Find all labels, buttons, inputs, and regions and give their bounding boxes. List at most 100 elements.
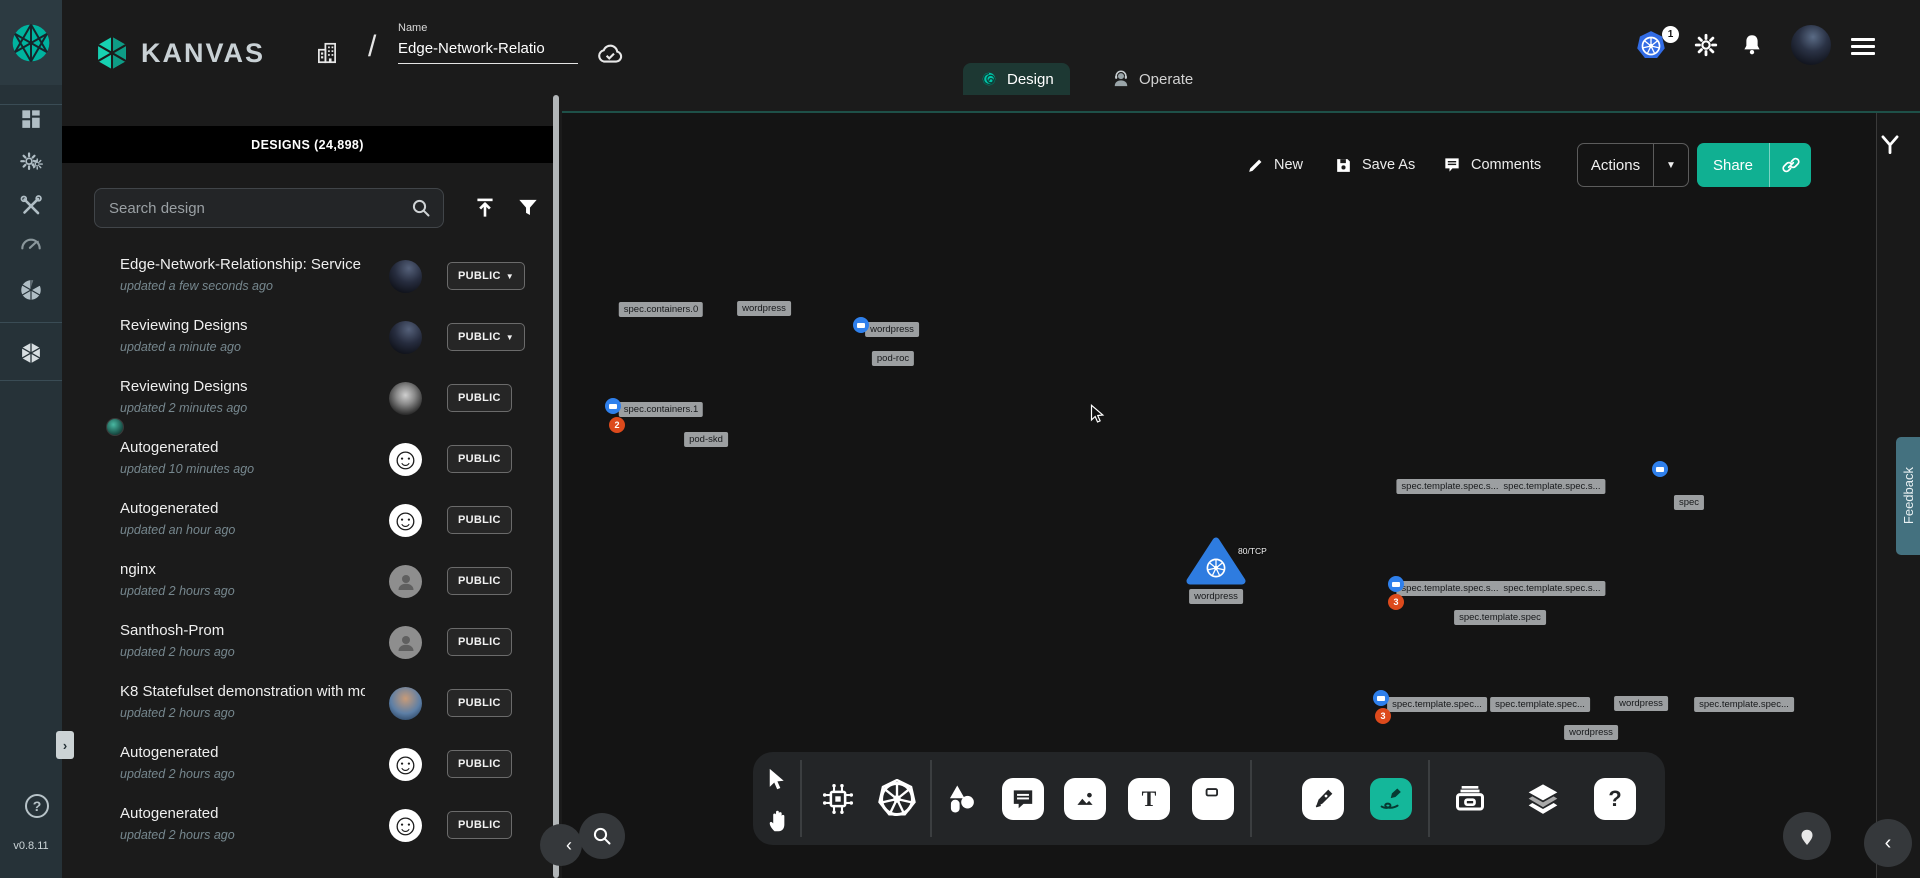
design-list-item[interactable]: Santhosh-Prom updated 2 hours ago PUBLIC	[62, 614, 549, 671]
sidebar-item-extensions[interactable]	[17, 276, 45, 304]
freehand-pencil-icon	[1377, 785, 1405, 813]
sidebar-item-dashboard[interactable]	[17, 105, 45, 133]
new-design-button[interactable]: New	[1246, 143, 1303, 187]
design-list-item[interactable]: Reviewing Designs updated a minute ago P…	[62, 309, 549, 366]
settings-button[interactable]	[1693, 32, 1719, 58]
node-label: wordpress	[737, 301, 791, 316]
feedback-tab[interactable]: Feedback	[1896, 437, 1920, 555]
menu-button[interactable]	[1851, 34, 1875, 59]
design-list-item[interactable]: Autogenerated updated 2 hours ago ☺ PUBL…	[62, 797, 549, 854]
design-title: Santhosh-Prom	[120, 622, 365, 639]
sidebar-item-performance[interactable]	[17, 230, 45, 258]
sidebar-item-kanvas[interactable]	[17, 339, 45, 367]
user-avatar[interactable]	[1791, 25, 1831, 65]
design-list-item[interactable]: Edge-Network-Relationship: Service updat…	[62, 248, 549, 305]
pan-tool-button[interactable]	[765, 807, 792, 834]
pod-badge-icon[interactable]	[1652, 461, 1668, 477]
operate-tab-icon	[1111, 69, 1131, 89]
design-list-item[interactable]: Autogenerated updated 2 hours ago ☺ PUBL…	[62, 736, 549, 793]
layers-button[interactable]	[1523, 779, 1563, 819]
panel-scrollbar[interactable]	[553, 95, 559, 878]
new-label: New	[1274, 157, 1303, 173]
divider	[930, 760, 932, 837]
error-badge[interactable]: 3	[1375, 708, 1391, 724]
sidebar-item-configuration[interactable]	[17, 192, 45, 220]
kanvas-logo[interactable]	[93, 34, 131, 72]
search-input[interactable]	[95, 200, 409, 217]
kubernetes-wheel-icon	[877, 779, 917, 819]
text-tool-button[interactable]: T	[1128, 778, 1170, 820]
visibility-badge[interactable]: PUBLIC	[447, 628, 512, 656]
node-service-wordpress[interactable]	[1186, 536, 1246, 586]
visibility-badge[interactable]: PUBLIC	[447, 567, 512, 595]
canvas-toolbar: T ?	[753, 752, 1665, 845]
node-label: spec.template.spec...	[1694, 697, 1794, 712]
dock-collapse-button[interactable]: ‹	[1864, 819, 1912, 867]
tab-operate[interactable]: Operate	[1095, 63, 1209, 95]
notifications-button[interactable]	[1739, 32, 1765, 58]
design-name-input[interactable]	[398, 38, 578, 64]
import-design-button[interactable]	[472, 195, 498, 221]
drawer-button[interactable]	[1450, 778, 1490, 818]
comment-icon	[1010, 786, 1036, 812]
toolbar-help-button[interactable]: ?	[1594, 778, 1636, 820]
design-list-item[interactable]: K8 Statefulset demonstration with mo upd…	[62, 675, 549, 732]
components-tool-button[interactable]	[819, 780, 857, 818]
visibility-badge[interactable]: PUBLIC	[447, 506, 512, 534]
select-tool-button[interactable]	[763, 766, 790, 793]
visibility-badge[interactable]: PUBLIC	[447, 811, 512, 839]
pod-badge-icon[interactable]	[1373, 690, 1389, 706]
design-list-item[interactable]: nginx updated 2 hours ago PUBLIC	[62, 553, 549, 610]
pod-badge-icon[interactable]	[1388, 576, 1404, 592]
visibility-badge[interactable]: PUBLIC	[447, 750, 512, 778]
pod-badge-icon[interactable]	[853, 317, 869, 333]
panel-collapse-button[interactable]: ‹	[540, 824, 582, 866]
sidebar-expand-button[interactable]: ›	[56, 731, 74, 759]
kubernetes-tool-button[interactable]	[877, 779, 917, 819]
design-list-item-partial[interactable]	[62, 858, 549, 878]
owner-avatar	[389, 382, 422, 415]
filter-button[interactable]	[515, 195, 541, 221]
visibility-badge[interactable]: PUBLIC▼	[447, 323, 525, 351]
freehand-draw-button[interactable]	[1370, 778, 1412, 820]
design-title: Autogenerated	[120, 439, 365, 456]
organization-icon[interactable]	[314, 40, 340, 66]
comment-tool-button[interactable]	[1002, 778, 1044, 820]
help-button[interactable]: ?	[25, 794, 49, 818]
visibility-badge[interactable]: PUBLIC	[447, 445, 512, 473]
meshery-logo[interactable]	[0, 0, 62, 85]
design-list-item[interactable]: Autogenerated updated an hour ago ☺ PUBL…	[62, 492, 549, 549]
shapes-tool-button[interactable]	[943, 780, 981, 818]
error-badge[interactable]: 3	[1388, 594, 1404, 610]
design-search	[94, 188, 444, 228]
pen-tool-button[interactable]	[1302, 778, 1344, 820]
design-list-item[interactable]: Autogenerated updated 10 minutes ago ☺ P…	[62, 431, 549, 488]
dock-branch-button[interactable]	[1877, 132, 1903, 163]
droplet-button[interactable]	[1783, 812, 1831, 860]
visibility-label: PUBLIC	[458, 453, 501, 465]
save-as-button[interactable]: Save As	[1334, 143, 1415, 187]
tab-design[interactable]: Design	[963, 63, 1070, 95]
copy-link-button[interactable]	[1770, 154, 1811, 176]
comments-button[interactable]: Comments	[1442, 143, 1541, 187]
visibility-badge[interactable]: PUBLIC	[447, 689, 512, 717]
divider	[1428, 760, 1430, 837]
cloud-saved-icon	[595, 39, 625, 69]
layers-icon	[1523, 779, 1563, 819]
sidebar-item-lifecycle[interactable]	[17, 149, 45, 177]
note-tool-button[interactable]	[1192, 778, 1234, 820]
zoom-button[interactable]	[579, 813, 625, 859]
search-icon[interactable]	[409, 196, 433, 220]
image-tool-button[interactable]	[1064, 778, 1106, 820]
extensions-icon	[18, 277, 44, 303]
share-button[interactable]: Share	[1697, 143, 1811, 187]
visibility-badge[interactable]: PUBLIC▼	[447, 262, 525, 290]
design-title: Autogenerated	[120, 744, 365, 761]
actions-button[interactable]: Actions ▼	[1577, 143, 1689, 187]
error-badge[interactable]: 2	[609, 417, 625, 433]
pod-badge-icon[interactable]	[605, 398, 621, 414]
chevron-down-icon[interactable]: ▼	[1654, 160, 1688, 171]
design-list-item[interactable]: Reviewing Designs updated 2 minutes ago …	[62, 370, 549, 427]
visibility-badge[interactable]: PUBLIC	[447, 384, 512, 412]
node-label: wordpress	[1564, 725, 1618, 740]
